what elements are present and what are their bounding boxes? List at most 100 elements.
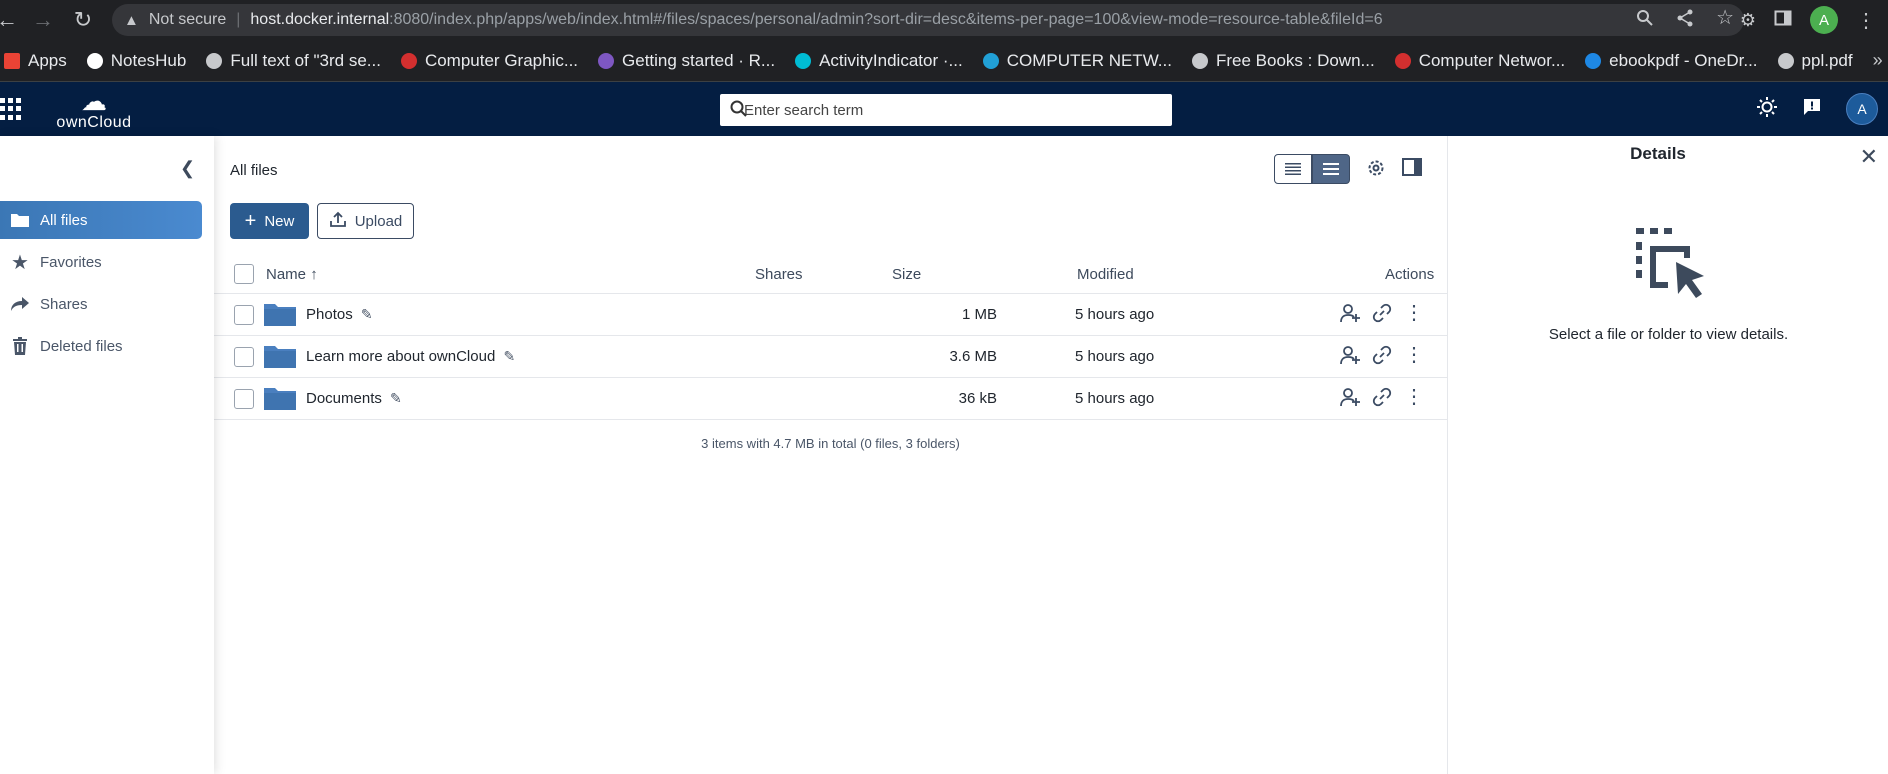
bookmark-favicon-icon: [1394, 52, 1411, 69]
sidebar-item-all-files[interactable]: All files: [0, 201, 202, 239]
resource-name[interactable]: Documents ✎: [306, 390, 402, 407]
details-panel: Details ✕ Select a file or folder to vie…: [1447, 136, 1888, 774]
folder-icon: [264, 386, 296, 410]
select-all-checkbox[interactable]: [234, 264, 254, 284]
default-view-button[interactable]: [1312, 154, 1350, 184]
resource-size: 3.6 MB: [949, 348, 997, 365]
upload-button[interactable]: Upload: [317, 203, 414, 239]
row-checkbox[interactable]: [234, 389, 254, 409]
sidepanel-icon[interactable]: [1774, 9, 1792, 32]
row-checkbox[interactable]: [234, 347, 254, 367]
rename-pencil-icon[interactable]: ✎: [390, 390, 402, 406]
search-box[interactable]: [720, 94, 1172, 126]
more-actions-icon[interactable]: ⋮: [1404, 345, 1424, 369]
bookmark-label: Computer Graphic...: [424, 50, 579, 70]
resource-modified: 5 hours ago: [1075, 390, 1155, 407]
owncloud-logo[interactable]: ☁ ownCloud: [52, 88, 136, 132]
folder-icon: [264, 344, 296, 368]
settings-gear-icon[interactable]: [1366, 158, 1386, 183]
bookmark-item[interactable]: COMPUTER NETW...: [982, 50, 1172, 71]
sidebar-toggle-icon[interactable]: [1402, 158, 1422, 181]
table-row[interactable]: Documents ✎ 36 kB 5 hours ago ⋮: [214, 378, 1447, 420]
sidebar-item-shares[interactable]: Shares: [0, 285, 202, 323]
table-row[interactable]: Learn more about ownCloud ✎ 3.6 MB 5 hours…: [214, 336, 1447, 378]
app-switcher-icon[interactable]: [0, 98, 22, 120]
bookmark-item[interactable]: ActivityIndicator ·...: [795, 51, 963, 71]
column-header-actions: Actions: [1385, 266, 1435, 283]
column-header-modified[interactable]: Modified: [1077, 266, 1134, 283]
extensions-icon[interactable]: ⚙: [1740, 10, 1756, 31]
bookmark-favicon-icon: [1191, 52, 1208, 69]
back-icon[interactable]: ←: [0, 5, 22, 35]
warning-icon: ▲: [124, 11, 139, 29]
browser-profile-avatar[interactable]: A: [1810, 6, 1838, 34]
bookmark-item[interactable]: Free Books : Down...: [1191, 50, 1375, 71]
table-row[interactable]: Photos ✎ 1 MB 5 hours ago ⋮: [214, 294, 1447, 336]
zoom-icon[interactable]: [1636, 9, 1654, 32]
bookmark-item[interactable]: ppl.pdf: [1777, 51, 1853, 71]
bookmark-item[interactable]: Apps: [4, 51, 67, 71]
bookmark-label: COMPUTER NETW...: [1006, 50, 1172, 70]
details-empty-text: Select a file or folder to view details.: [1548, 326, 1789, 343]
resource-name[interactable]: Photos ✎: [306, 306, 373, 323]
row-checkbox[interactable]: [234, 305, 254, 325]
apps-grid-icon: [4, 52, 20, 69]
search-input[interactable]: [732, 101, 1172, 119]
bookmarks-bar: Apps NotesHub Full text of "3rd se... Compu…: [0, 40, 1888, 82]
bookmark-item[interactable]: ebookpdf - OneDr...: [1585, 50, 1758, 71]
bookmark-favicon-icon: [206, 52, 223, 69]
sidebar-item-deleted-files[interactable]: Deleted files: [0, 327, 202, 365]
more-actions-icon[interactable]: ⋮: [1404, 387, 1424, 411]
bookmark-item[interactable]: NotesHub: [86, 51, 186, 71]
collapse-sidebar-icon[interactable]: ❮: [180, 158, 195, 179]
copy-link-icon[interactable]: [1372, 387, 1392, 411]
bookmark-item[interactable]: Full text of "3rd se...: [206, 51, 381, 71]
star-icon: ★: [11, 251, 29, 274]
upload-icon: [329, 210, 347, 232]
feedback-icon[interactable]: [1802, 97, 1822, 122]
condensed-view-button[interactable]: [1274, 154, 1312, 184]
user-avatar[interactable]: A: [1846, 93, 1878, 125]
new-button[interactable]: + New: [230, 203, 309, 239]
address-bar[interactable]: ▲ Not secure | host.docker.internal :808…: [112, 4, 1744, 36]
left-sidebar: ❮ All files ★ Favorites Shares Deleted f…: [0, 136, 214, 774]
resource-modified: 5 hours ago: [1075, 306, 1155, 323]
bookmark-item[interactable]: Computer Graphic...: [400, 50, 579, 71]
forward-icon[interactable]: →: [28, 5, 58, 35]
upload-button-label: Upload: [354, 212, 403, 230]
reload-icon[interactable]: ↻: [68, 5, 98, 35]
bookmark-favicon-icon: [795, 52, 812, 69]
column-header-shares[interactable]: Shares: [755, 266, 803, 283]
column-header-name[interactable]: Name ↑: [266, 266, 318, 283]
share-icon[interactable]: [1676, 9, 1694, 32]
add-share-icon[interactable]: [1340, 387, 1360, 411]
app-topbar: ☁ ownCloud A: [0, 82, 1888, 136]
breadcrumb[interactable]: All files: [230, 162, 278, 179]
rename-pencil-icon[interactable]: ✎: [503, 348, 515, 364]
copy-link-icon[interactable]: [1372, 303, 1392, 327]
more-actions-icon[interactable]: ⋮: [1404, 303, 1424, 327]
more-bookmarks-icon[interactable]: »: [1873, 50, 1883, 71]
add-share-icon[interactable]: [1340, 303, 1360, 327]
files-summary: 3 items with 4.7 MB in total (0 files, 3…: [701, 436, 960, 451]
bookmark-favicon-icon: [598, 52, 615, 69]
view-mode-toggle: [1274, 154, 1350, 184]
bookmark-label: Free Books : Down...: [1215, 50, 1375, 70]
bookmark-label: Apps: [28, 50, 67, 70]
copy-link-icon[interactable]: [1372, 345, 1392, 369]
resource-size: 36 kB: [958, 390, 997, 407]
theme-toggle-icon[interactable]: [1756, 96, 1778, 123]
resource-name[interactable]: Learn more about ownCloud ✎: [306, 348, 515, 365]
browser-menu-icon[interactable]: ⋮: [1856, 8, 1876, 33]
folder-icon: [264, 302, 296, 326]
add-share-icon[interactable]: [1340, 345, 1360, 369]
column-header-size[interactable]: Size: [892, 266, 921, 283]
rename-pencil-icon[interactable]: ✎: [361, 306, 373, 322]
sidebar-item-favorites[interactable]: ★ Favorites: [0, 243, 202, 281]
bookmark-item[interactable]: Getting started · R...: [598, 51, 775, 71]
bookmark-item[interactable]: Computer Networ...: [1394, 51, 1565, 71]
close-icon[interactable]: ✕: [1860, 144, 1878, 170]
bookmark-label: Getting started · R...: [622, 50, 776, 70]
star-icon[interactable]: ☆: [1716, 8, 1734, 32]
bookmark-label: ebookpdf - OneDr...: [1609, 50, 1758, 70]
